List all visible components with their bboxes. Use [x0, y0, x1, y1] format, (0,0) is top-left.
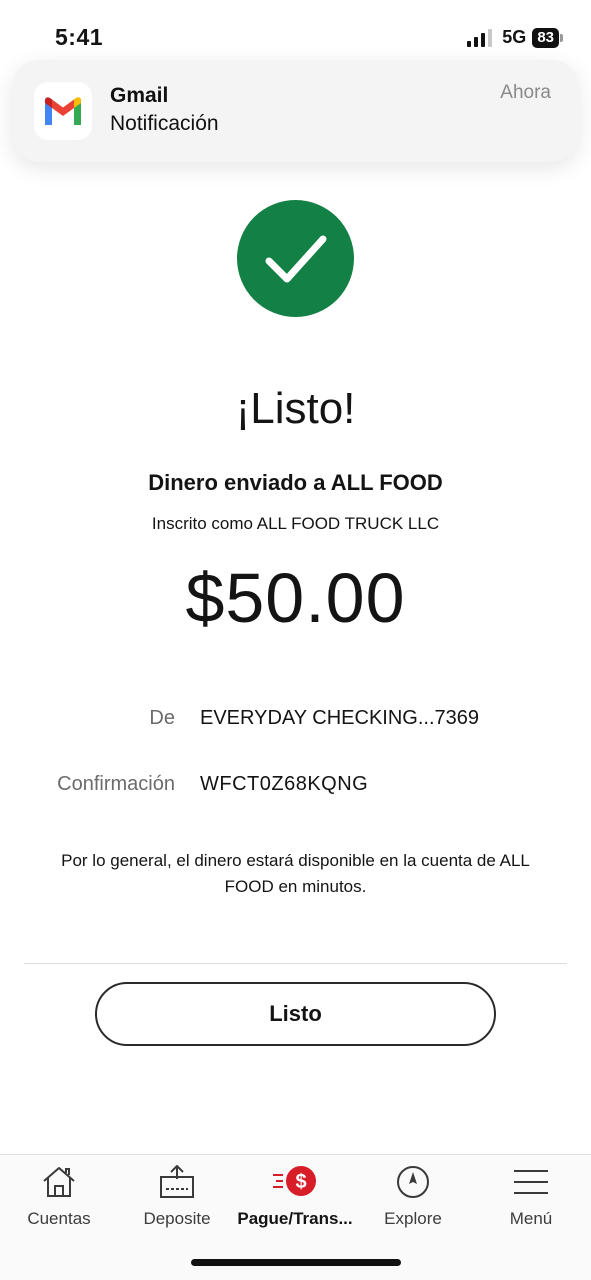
- done-button[interactable]: Listo: [95, 982, 496, 1046]
- notification-time: Ahora: [500, 82, 551, 103]
- gmail-icon: [34, 82, 92, 140]
- svg-text:$: $: [295, 1171, 306, 1193]
- network-type: 5G: [502, 27, 527, 47]
- amount: $50.00: [185, 559, 406, 637]
- nav-label: Pague/Trans...: [237, 1209, 353, 1228]
- availability-note: Por lo general, el dinero estará disponi…: [61, 851, 530, 896]
- checkmark-icon: [265, 235, 326, 282]
- from-account: EVERYDAY CHECKING...7369: [200, 707, 480, 729]
- menu-icon: [513, 1163, 549, 1201]
- nav-label: Cuentas: [27, 1209, 91, 1228]
- status-time: 5:41: [55, 24, 104, 50]
- page-title: ¡Listo!: [235, 384, 356, 433]
- battery-level: 83: [532, 27, 559, 48]
- nav-item-explore[interactable]: Explore: [354, 1163, 472, 1233]
- nav-item-menu[interactable]: Menú: [472, 1163, 590, 1233]
- notification-banner[interactable]: Gmail Notificación Ahora: [12, 60, 579, 162]
- from-label: De: [149, 707, 175, 729]
- nav-label: Deposite: [143, 1209, 211, 1228]
- nav-item-accounts[interactable]: Cuentas: [0, 1163, 118, 1233]
- deposit-icon: [158, 1163, 196, 1201]
- notification-app-name: Gmail: [110, 84, 169, 107]
- battery-icon: 83: [532, 27, 563, 48]
- recipient-heading: Dinero enviado a ALL FOOD: [148, 470, 443, 495]
- notification-body: Notificación: [110, 112, 219, 135]
- nav-item-pay-transfer[interactable]: $ Pague/Trans...: [236, 1163, 354, 1233]
- nav-label: Menú: [509, 1209, 553, 1228]
- nav-label: Explore: [384, 1209, 442, 1228]
- status-bar: 5:41 5G 83: [0, 0, 591, 60]
- registered-name: Inscrito como ALL FOOD TRUCK LLC: [151, 514, 440, 533]
- compass-icon: [396, 1163, 430, 1201]
- confirmation-label: Confirmación: [57, 773, 175, 795]
- pay-transfer-icon: $: [271, 1163, 319, 1201]
- home-indicator[interactable]: [191, 1259, 401, 1266]
- confirmation-number: WFCT0Z68KQNG: [200, 773, 369, 795]
- signal-icon: [467, 28, 493, 47]
- status-indicators: 5G 83: [467, 27, 563, 48]
- nav-item-deposit[interactable]: Deposite: [118, 1163, 236, 1233]
- success-circle: [237, 200, 354, 317]
- house-icon: [41, 1163, 77, 1201]
- divider: [24, 963, 567, 964]
